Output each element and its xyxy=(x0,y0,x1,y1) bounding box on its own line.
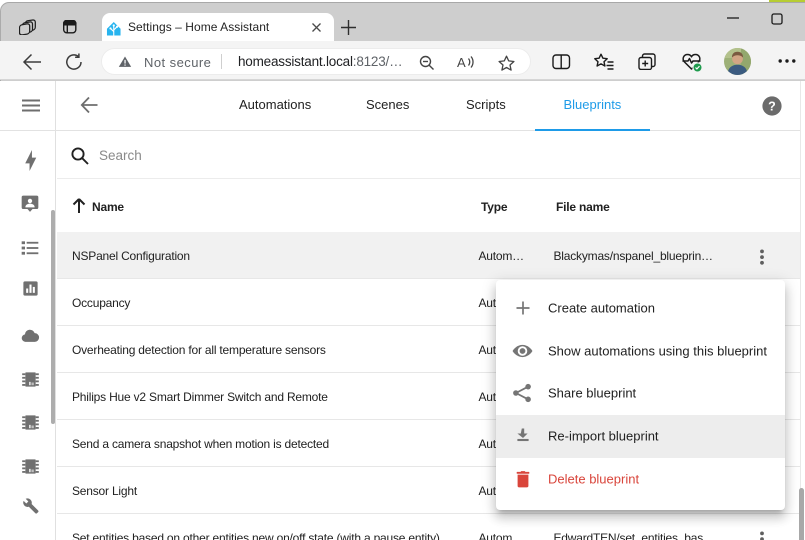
svg-text:?: ? xyxy=(768,99,776,113)
svg-text:A: A xyxy=(457,55,466,70)
